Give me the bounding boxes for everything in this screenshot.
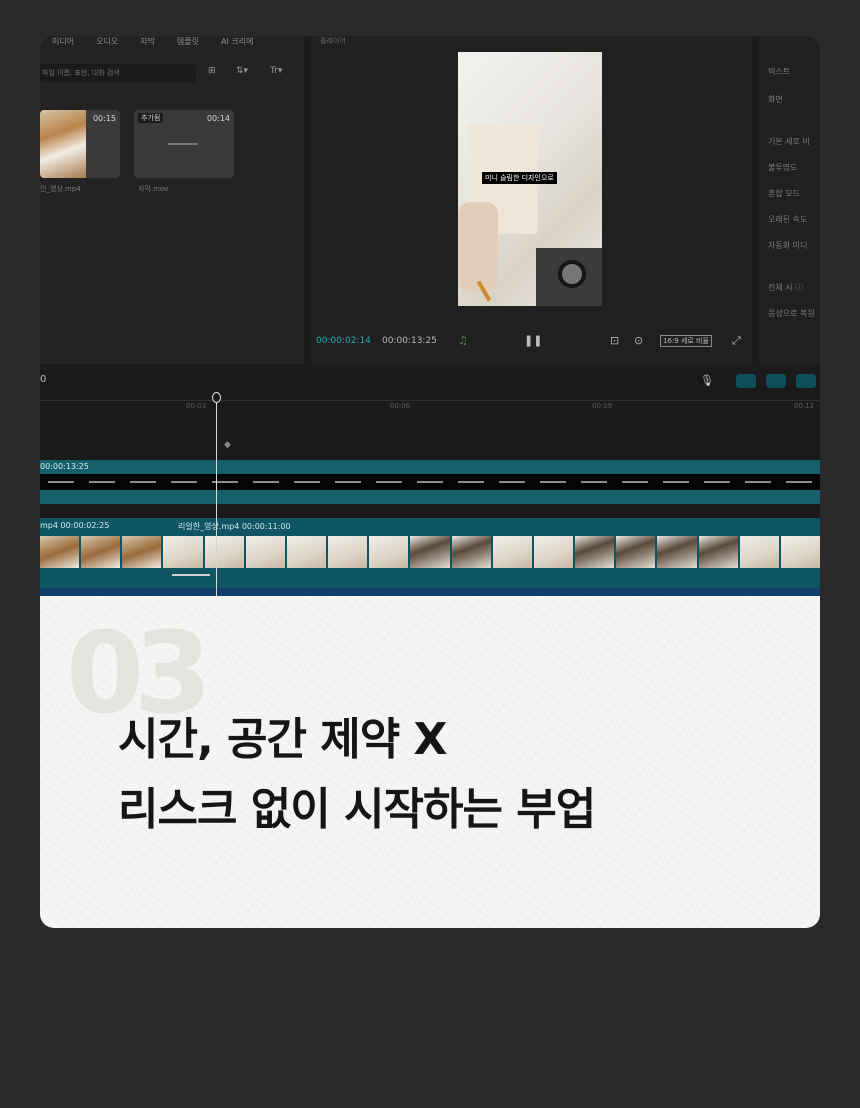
crop-icon[interactable]: ⊡ [610,334,619,347]
fullscreen-icon[interactable]: ⤢ [732,334,741,348]
thumb-name: 인_영상.mp4 [40,185,81,193]
subtitle-strip [40,474,820,490]
menu-item-ai[interactable]: AI 크리에 [221,36,253,50]
clip-frames [40,536,820,568]
link-icon[interactable] [736,374,756,388]
audio-track[interactable] [40,588,820,596]
media-panel: 미디어 오디오 자막 템플릿 AI 크리에 파일 이름, 표현, 대화 검색 ⊞… [40,36,304,364]
ruler-tick: 00:03 [186,402,207,410]
thumb-placeholder [168,143,198,145]
text-filter-icon[interactable]: Tr▾ [270,66,282,76]
menu-item-subtitle[interactable]: 자막 [140,36,155,50]
microphone-icon[interactable]: 🎙 [700,374,714,387]
burner-shape [558,260,586,288]
prop-item[interactable]: 불투명도 [768,162,797,173]
media-thumb[interactable]: 추가됨 00:14 [134,110,234,178]
video-editor: 미디어 오디오 자막 템플릿 AI 크리에 파일 이름, 표현, 대화 검색 ⊞… [40,36,820,596]
clip-label: mp4 00:00:02:25 [40,521,110,530]
thumb-name: 자막.mov [138,185,169,193]
ruler-tick: 00:12 [794,402,815,410]
transition-indicator [172,574,210,576]
playhead[interactable] [216,392,217,596]
ruler-tick: 00:06 [390,402,411,410]
subtitle-track[interactable]: 00:00:13:25 [40,460,820,504]
media-thumb[interactable]: 00:15 [40,110,120,178]
menu-item-template[interactable]: 템플릿 [177,36,199,50]
player-title: 플레이어 [320,37,346,45]
video-subtitle: 미니 슬림한 디자인으로 [482,172,557,184]
prop-item[interactable]: 텍스트 [768,66,790,77]
menu-item-audio[interactable]: 오디오 [96,36,118,50]
playhead-handle[interactable] [212,392,221,403]
video-track[interactable]: mp4 00:00:02:25 리얼한_영상.mp4 00:00:11:00 [40,518,820,588]
track-gap [40,504,820,518]
grid-view-icon[interactable]: ⊞ [208,66,216,76]
prop-item[interactable]: 전체 시 ⓘ [768,282,803,293]
headline-line-2: 리스크 없이 시작하는 부업 [118,784,596,835]
track-duration: 00:00:13:25 [40,462,89,471]
prop-item[interactable]: 기본 세로 비 [768,136,810,147]
text-panel: 03 시간, 공간 제약 X 리스크 없이 시작하는 부업 [40,596,820,928]
timeline-start: 0 [40,374,47,385]
pause-icon[interactable]: ❚❚ [524,334,542,347]
thumb-duration: 00:15 [92,114,116,123]
player-panel: 플레이어 미니 슬림한 디자인으로 00:00:02:14 00:00:13:2… [310,36,752,364]
fit-icon[interactable]: ⊙ [634,334,643,347]
aspect-ratio-button[interactable]: 16:9 세로 비율 [660,335,712,347]
magnet-icon[interactable] [766,374,786,388]
time-ruler [40,400,820,401]
properties-panel: 텍스트 화면 기본 세로 비 불투명도 혼합 모드 오래된 속도 자동화 미디 … [758,36,820,364]
ruler-tick: 00:09 [592,402,613,410]
current-time: 00:00:02:14 [316,336,371,346]
prop-item[interactable]: 자동화 미디 [768,240,807,251]
sort-icon[interactable]: ⇅▾ [236,66,248,76]
timeline: 0 🎙 00:03 00:06 00:09 00:12 ◆ 00:00:13:2… [40,370,820,596]
total-time: 00:00:13:25 [382,336,437,346]
prop-item[interactable]: 음성으로 복원 [768,308,815,319]
video-preview[interactable]: 미니 슬림한 디자인으로 [458,52,602,306]
search-input[interactable]: 파일 이름, 표현, 대화 검색 [40,64,196,82]
media-menu: 미디어 오디오 자막 템플릿 AI 크리에 [52,36,253,50]
prop-item[interactable]: 오래된 속도 [768,214,807,225]
clip-label: 리얼한_영상.mp4 00:00:11:00 [178,522,291,531]
hand-shape [458,202,498,292]
prop-item[interactable]: 혼합 모드 [768,188,800,199]
waveform-icon[interactable]: ♫ [458,334,468,347]
added-badge: 추가됨 [138,113,164,123]
snap-icon[interactable] [796,374,816,388]
marker-icon[interactable]: ◆ [224,440,231,450]
thumb-image [40,110,86,178]
menu-item-media[interactable]: 미디어 [52,36,74,50]
thumb-duration: 00:14 [206,114,230,123]
headline-line-1: 시간, 공간 제약 X [118,714,447,765]
content-card: 미디어 오디오 자막 템플릿 AI 크리에 파일 이름, 표현, 대화 검색 ⊞… [40,36,820,928]
prop-item[interactable]: 화면 [768,94,783,105]
